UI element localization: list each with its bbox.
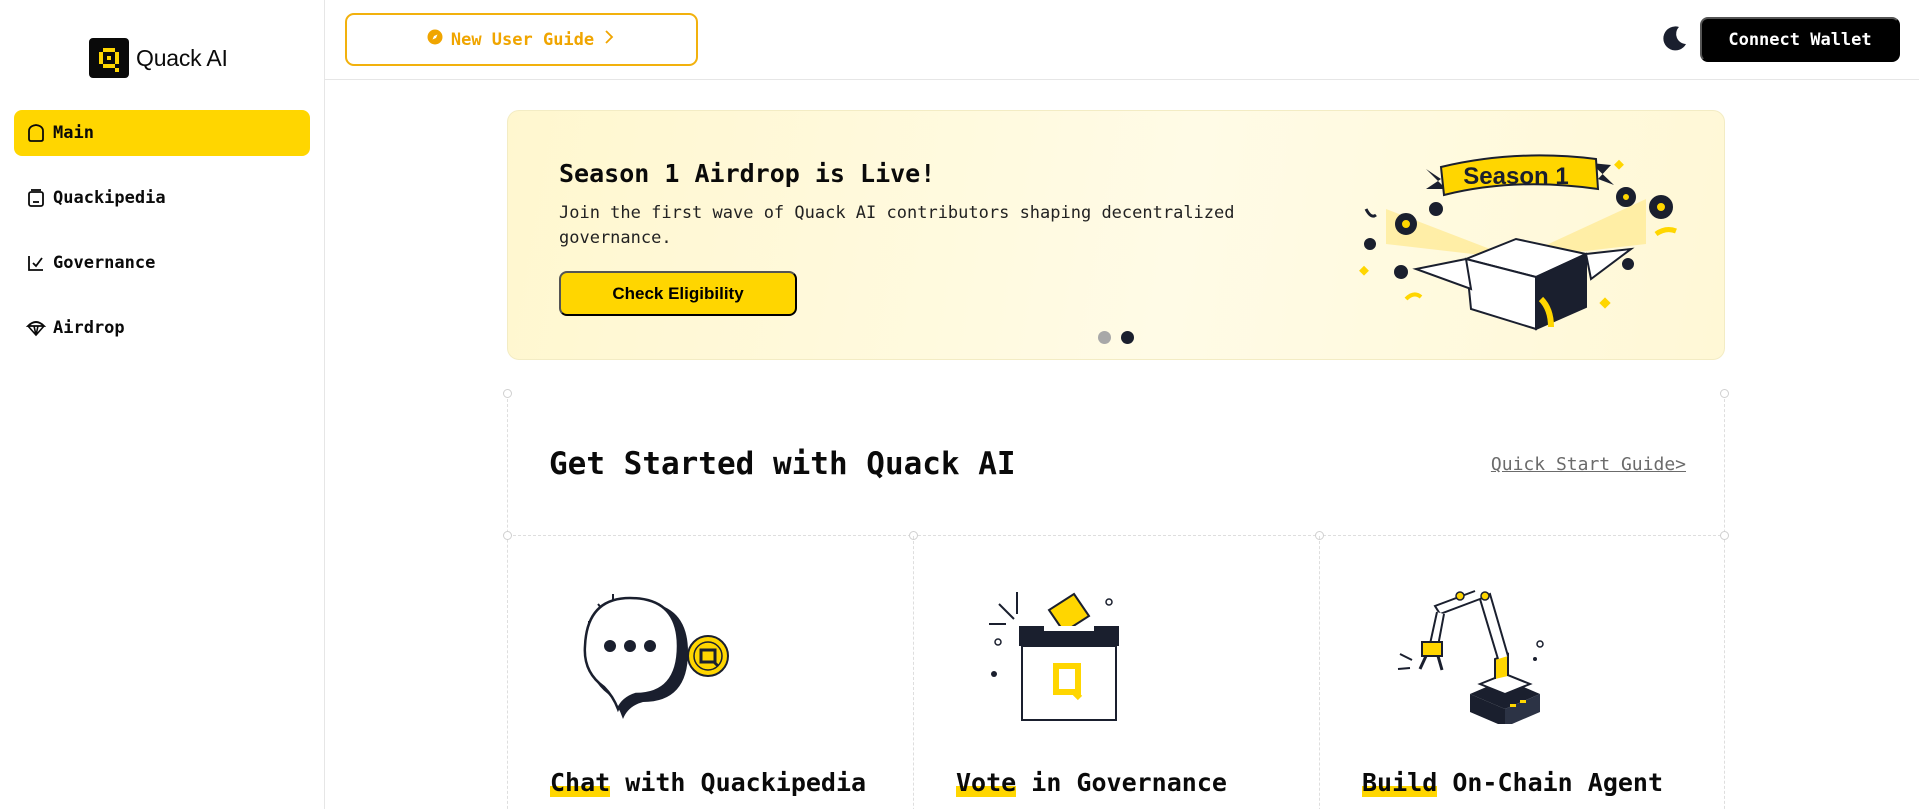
carousel-dots <box>1098 331 1134 344</box>
brand-name: Quack AI <box>136 44 228 71</box>
card-build-agent[interactable]: Build On-Chain Agent <box>1320 536 1726 809</box>
season-box-illustration: Season 1 <box>1359 154 1677 331</box>
banner-text: Join the first wave of Quack AI contribu… <box>559 203 1235 248</box>
sidebar-item-label: Main <box>53 123 94 143</box>
check-eligibility-button[interactable]: Check Eligibility <box>559 271 797 316</box>
carousel-dot[interactable] <box>1098 331 1111 344</box>
sidebar-item-governance[interactable]: Governance <box>14 240 310 286</box>
card-vote-governance[interactable]: Vote in Governance <box>914 536 1320 809</box>
banner-title: Season 1 Airdrop is Live! <box>559 159 936 188</box>
sidebar-item-main[interactable]: Main <box>14 110 310 156</box>
quack-logo-icon <box>89 38 129 78</box>
connect-wallet-button[interactable]: Connect Wallet <box>1700 17 1900 62</box>
card-chat-quackipedia[interactable]: Chat with Quackipedia <box>508 536 914 809</box>
airdrop-banner: Season 1 Airdrop is Live! Join the first… <box>507 110 1725 360</box>
season-ribbon-label: Season 1 <box>1463 163 1568 190</box>
robot-arm-illustration <box>1397 590 1544 724</box>
sidebar-item-airdrop[interactable]: Airdrop <box>14 305 310 351</box>
chevron-right-icon <box>602 29 616 50</box>
card-title: Build On-Chain Agent <box>1362 768 1664 797</box>
chat-bubble-illustration <box>583 594 729 719</box>
sidebar-item-label: Airdrop <box>53 318 125 338</box>
moon-icon[interactable] <box>1657 22 1691 56</box>
sidebar-item-quackipedia[interactable]: Quackipedia <box>14 175 310 221</box>
carousel-dot-active[interactable] <box>1121 331 1134 344</box>
section-title: Get Started with Quack AI <box>549 446 1016 482</box>
card-title: Vote in Governance <box>956 768 1227 797</box>
corner-dot <box>503 389 512 398</box>
sidebar: Quack AI Main Quackipedia Governance Air… <box>0 0 325 809</box>
home-icon <box>25 122 47 144</box>
new-user-guide-button[interactable]: New User Guide <box>345 13 698 66</box>
book-icon <box>25 187 47 209</box>
brand-logo-link[interactable]: Quack AI <box>89 38 228 78</box>
corner-dot <box>1720 389 1729 398</box>
sidebar-nav: Main Quackipedia Governance Airdrop <box>14 110 310 370</box>
parachute-icon <box>25 317 47 339</box>
get-started-header: Get Started with Quack AI Quick Start Gu… <box>508 394 1726 536</box>
quick-start-guide-link[interactable]: Quick Start Guide> <box>1491 454 1686 475</box>
sidebar-item-label: Quackipedia <box>53 188 166 208</box>
sidebar-item-label: Governance <box>53 253 156 273</box>
top-bar: New User Guide Connect Wallet <box>325 0 1919 80</box>
card-title: Chat with Quackipedia <box>550 768 867 797</box>
ballot-box-illustration <box>989 592 1119 721</box>
guide-label: New User Guide <box>450 29 595 50</box>
compass-icon <box>427 29 443 50</box>
get-started-section: Get Started with Quack AI Quick Start Gu… <box>503 389 1729 809</box>
chart-check-icon <box>25 252 47 274</box>
